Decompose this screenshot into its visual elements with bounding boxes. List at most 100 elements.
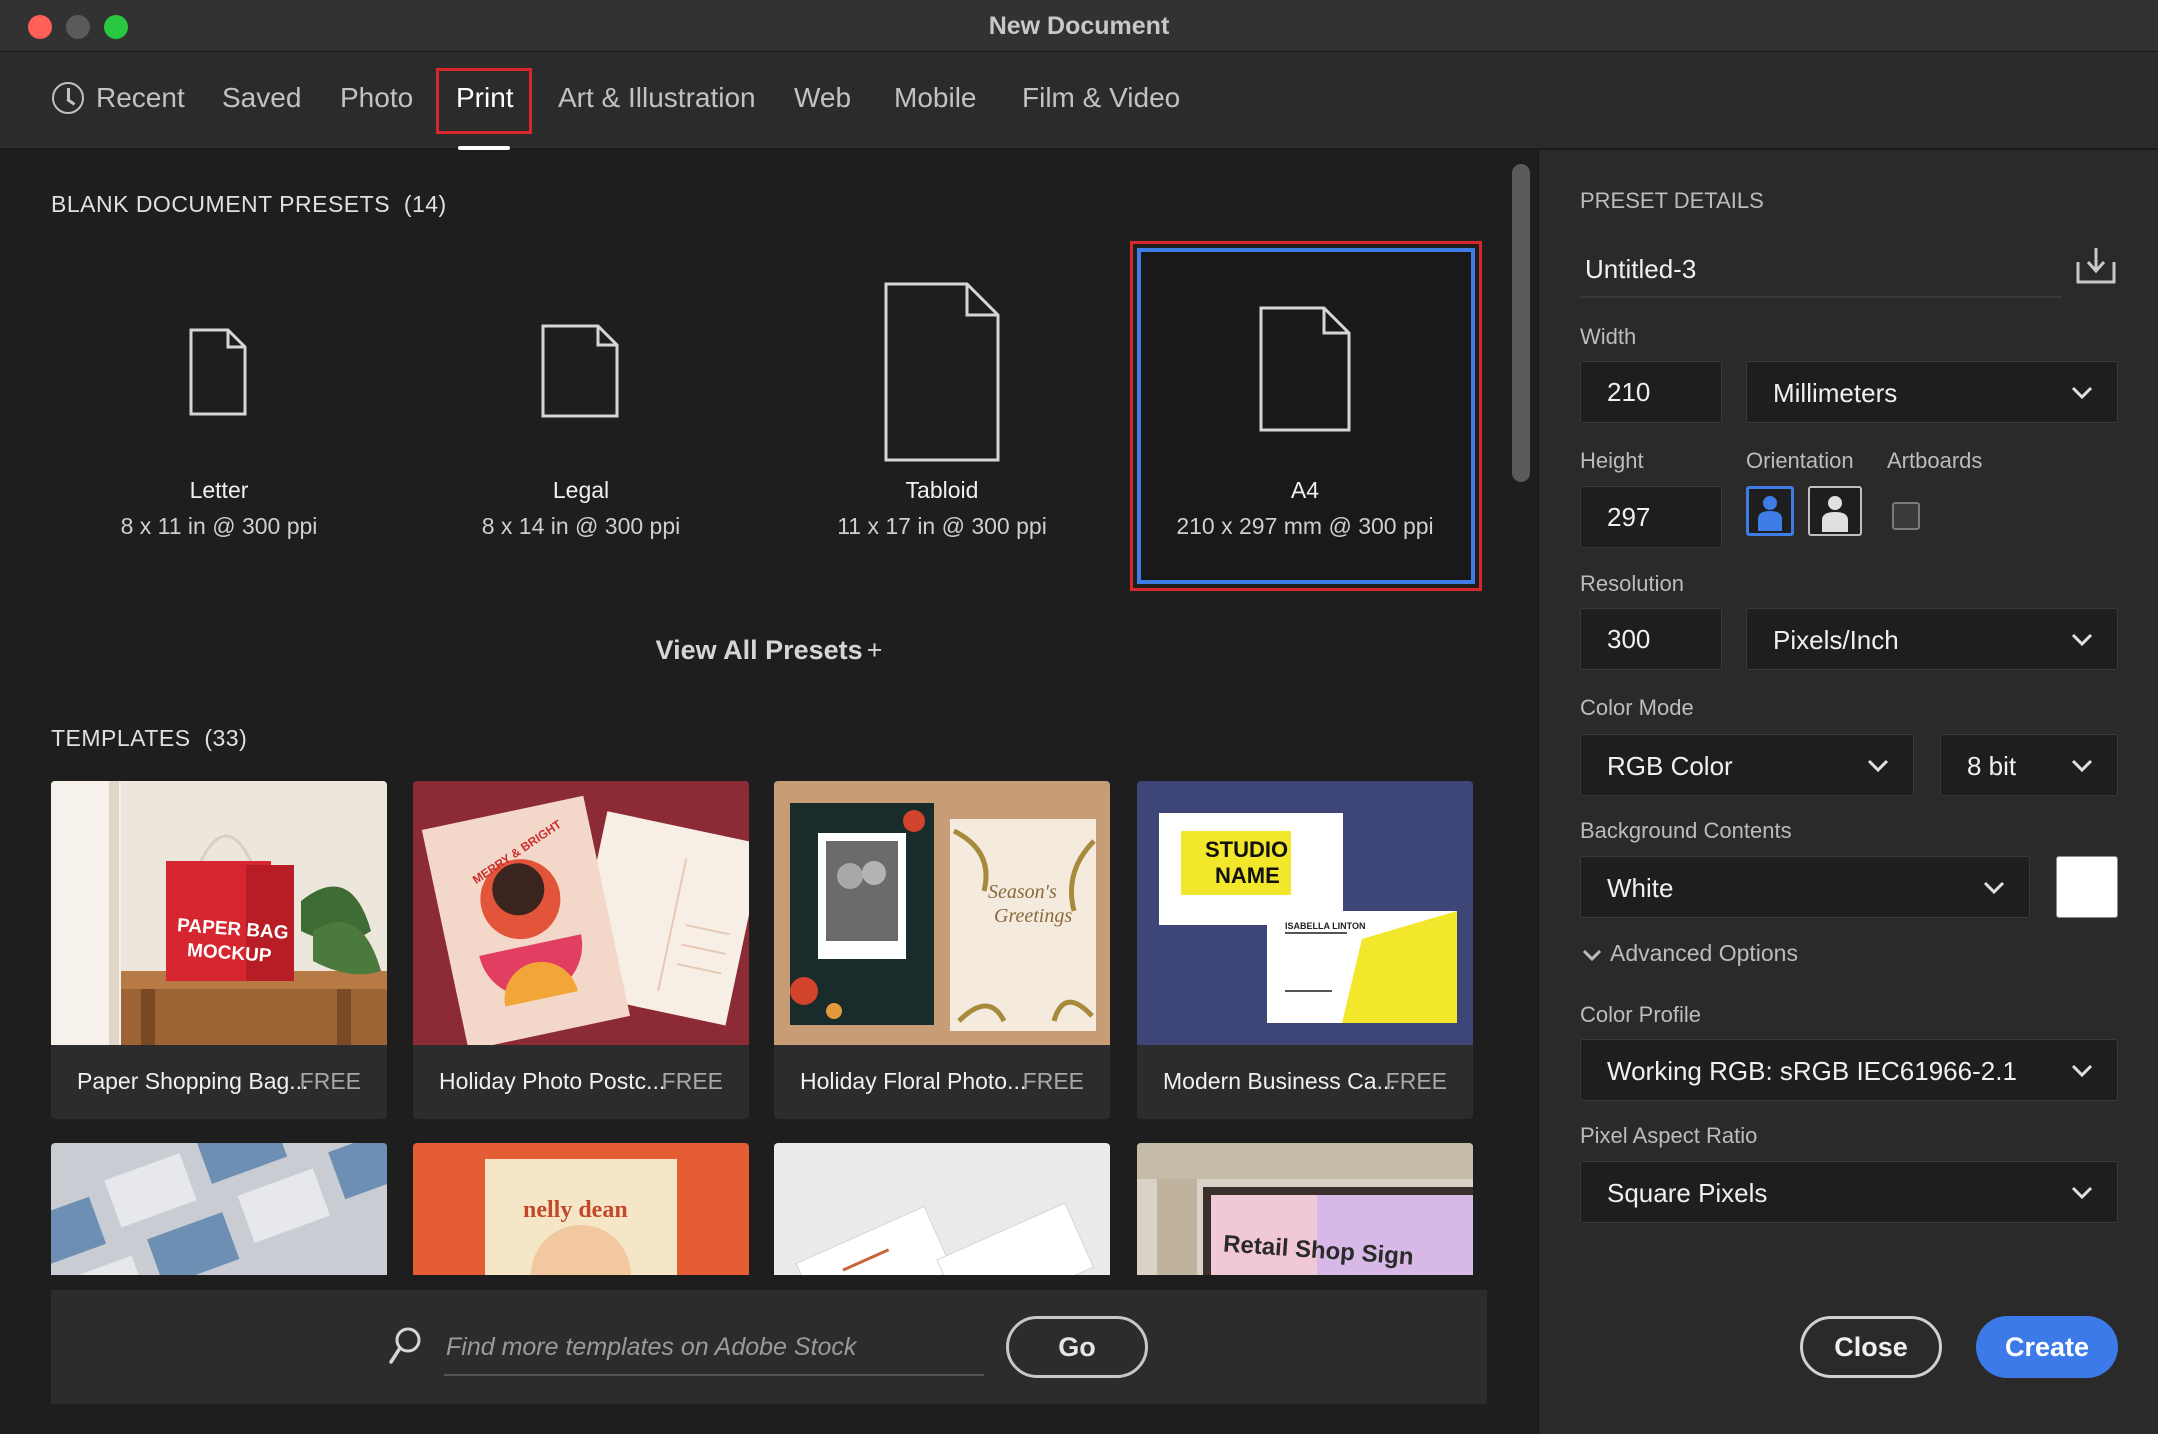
background-contents-value: White xyxy=(1607,873,1674,903)
document-icon xyxy=(1259,306,1351,432)
chevron-down-icon xyxy=(1867,759,1889,773)
height-input[interactable] xyxy=(1580,486,1722,548)
portrait-icon xyxy=(1758,496,1782,531)
document-icon xyxy=(189,328,247,416)
tab-film-video[interactable]: Film & Video xyxy=(1022,82,1180,114)
background-color-swatch[interactable] xyxy=(2056,856,2118,918)
thumbnail-text: STUDIO xyxy=(1205,837,1289,862)
resolution-input[interactable] xyxy=(1580,608,1722,670)
color-profile-value: Working RGB: sRGB IEC61966-2.1 xyxy=(1607,1056,2017,1086)
chevron-down-icon xyxy=(2071,386,2093,400)
width-unit-dropdown[interactable]: Millimeters xyxy=(1746,361,2118,423)
artboards-label: Artboards xyxy=(1887,448,1983,473)
landscape-orientation-button[interactable] xyxy=(1808,486,1862,536)
width-label: Width xyxy=(1580,324,1637,349)
tab-saved[interactable]: Saved xyxy=(222,82,301,114)
template-card-row2-2[interactable]: nelly dean xyxy=(413,1143,749,1275)
portrait-orientation-button[interactable] xyxy=(1746,486,1794,536)
thumbnail-text: ISABELLA LINTON xyxy=(1285,921,1366,931)
preset-name: Letter xyxy=(189,477,249,503)
template-name: Modern Business Ca... xyxy=(1163,1068,1396,1094)
bit-depth-dropdown[interactable]: 8 bit xyxy=(1940,734,2118,796)
template-name: Holiday Floral Photo... xyxy=(800,1068,1027,1094)
resolution-unit-value: Pixels/Inch xyxy=(1773,625,1899,655)
view-all-label: View All Presets xyxy=(655,635,863,665)
preset-tabloid[interactable]: Tabloid 11 x 17 in @ 300 ppi xyxy=(774,241,1110,581)
free-badge: FREE xyxy=(1022,1068,1084,1094)
search-icon xyxy=(389,1327,421,1364)
create-button[interactable]: Create xyxy=(1976,1316,2118,1378)
category-tab-bar: Recent Saved Photo Print Art & Illustrat… xyxy=(0,52,2158,150)
orientation-label: Orientation xyxy=(1746,448,1854,473)
stock-search-input[interactable] xyxy=(444,1320,984,1376)
document-icon xyxy=(884,282,1000,462)
preset-name: A4 xyxy=(1290,477,1320,503)
chevron-down-icon xyxy=(2071,1186,2093,1200)
template-thumbnail: STUDIO NAME ISABELLA LINTON xyxy=(1137,781,1473,1045)
template-thumbnail: MERRY & BRIGHT xyxy=(413,781,749,1045)
view-all-presets-link[interactable]: View All Presets + xyxy=(0,635,1538,666)
preset-legal[interactable]: Legal 8 x 14 in @ 300 ppi xyxy=(413,241,749,581)
preset-details-title: PRESET DETAILS xyxy=(1580,188,1764,213)
thumbnail-text: Greetings xyxy=(994,905,1073,927)
window-title: New Document xyxy=(988,12,1170,40)
chevron-down-icon xyxy=(2071,759,2093,773)
plus-icon: + xyxy=(866,635,883,665)
preset-size: 210 x 297 mm @ 300 ppi xyxy=(1176,513,1434,539)
advanced-options-toggle[interactable]: Advanced Options xyxy=(1582,940,1798,967)
template-card-row2-4[interactable]: Retail Shop Sign xyxy=(1137,1143,1473,1275)
presets-count: (14) xyxy=(403,191,447,217)
template-card-row2-1[interactable] xyxy=(51,1143,387,1275)
background-contents-dropdown[interactable]: White xyxy=(1580,856,2030,918)
free-badge: FREE xyxy=(299,1068,361,1094)
thumbnail-text: Season's xyxy=(988,881,1057,903)
clock-icon xyxy=(52,82,84,114)
tab-photo[interactable]: Photo xyxy=(340,82,413,114)
template-name: Holiday Photo Postc... xyxy=(439,1068,666,1094)
preset-size: 11 x 17 in @ 300 ppi xyxy=(837,513,1047,539)
pixel-aspect-ratio-dropdown[interactable]: Square Pixels xyxy=(1580,1161,2118,1223)
width-input[interactable] xyxy=(1580,361,1722,423)
pixel-aspect-ratio-value: Square Pixels xyxy=(1607,1178,1768,1208)
free-badge: FREE xyxy=(1385,1068,1447,1094)
thumbnail-text: nelly dean xyxy=(523,1197,628,1223)
color-mode-dropdown[interactable]: RGB Color xyxy=(1580,734,1914,796)
presets-section-title: BLANK DOCUMENT PRESETS (14) xyxy=(51,191,447,218)
resolution-label: Resolution xyxy=(1580,571,1684,596)
preset-name: Legal xyxy=(552,477,610,503)
color-profile-label: Color Profile xyxy=(1580,1002,1702,1027)
template-card-business-card[interactable]: STUDIO NAME ISABELLA LINTON Modern Busin… xyxy=(1137,781,1473,1119)
tab-recent[interactable]: Recent xyxy=(96,82,185,114)
document-name-input[interactable] xyxy=(1580,242,2062,298)
preset-letter[interactable]: Letter 8 x 11 in @ 300 ppi xyxy=(51,241,387,581)
free-badge: FREE xyxy=(661,1068,723,1094)
presets-title-text: BLANK DOCUMENT PRESETS xyxy=(51,191,391,217)
preset-a4[interactable]: A4 210 x 297 mm @ 300 ppi xyxy=(1137,241,1473,581)
go-button[interactable]: Go xyxy=(1006,1316,1148,1378)
color-mode-value: RGB Color xyxy=(1607,751,1733,781)
save-preset-icon[interactable] xyxy=(2074,244,2118,286)
template-card-holiday-floral[interactable]: Season's Greetings Holiday Floral Photo.… xyxy=(774,781,1110,1119)
preset-size: 8 x 11 in @ 300 ppi xyxy=(120,513,318,539)
template-name: Paper Shopping Bag... xyxy=(77,1068,309,1094)
color-mode-label: Color Mode xyxy=(1580,695,1694,720)
resolution-unit-dropdown[interactable]: Pixels/Inch xyxy=(1746,608,2118,670)
template-thumbnail: Season's Greetings xyxy=(774,781,1110,1045)
artboards-checkbox[interactable] xyxy=(1892,502,1920,530)
landscape-icon xyxy=(1822,496,1848,532)
tab-print[interactable]: Print xyxy=(456,82,514,114)
color-profile-dropdown[interactable]: Working RGB: sRGB IEC61966-2.1 xyxy=(1580,1039,2118,1101)
tab-mobile[interactable]: Mobile xyxy=(894,82,976,114)
chevron-down-icon xyxy=(2071,633,2093,647)
template-card-paper-bag[interactable]: PAPER BAG MOCKUP Paper Shopping Bag... F… xyxy=(51,781,387,1119)
background-contents-label: Background Contents xyxy=(1580,818,1792,843)
preset-name: Tabloid xyxy=(905,477,979,503)
title-bar: New Document xyxy=(0,0,2158,52)
template-card-row2-3[interactable] xyxy=(774,1143,1110,1275)
presets-scrollbar[interactable] xyxy=(1512,164,1530,482)
tab-art-illustration[interactable]: Art & Illustration xyxy=(558,82,756,114)
close-button[interactable]: Close xyxy=(1800,1316,1942,1378)
templates-section-title: TEMPLATES (33) xyxy=(51,725,247,752)
tab-web[interactable]: Web xyxy=(794,82,851,114)
template-card-holiday-postcard[interactable]: MERRY & BRIGHT Holiday Photo Postc... FR… xyxy=(413,781,749,1119)
